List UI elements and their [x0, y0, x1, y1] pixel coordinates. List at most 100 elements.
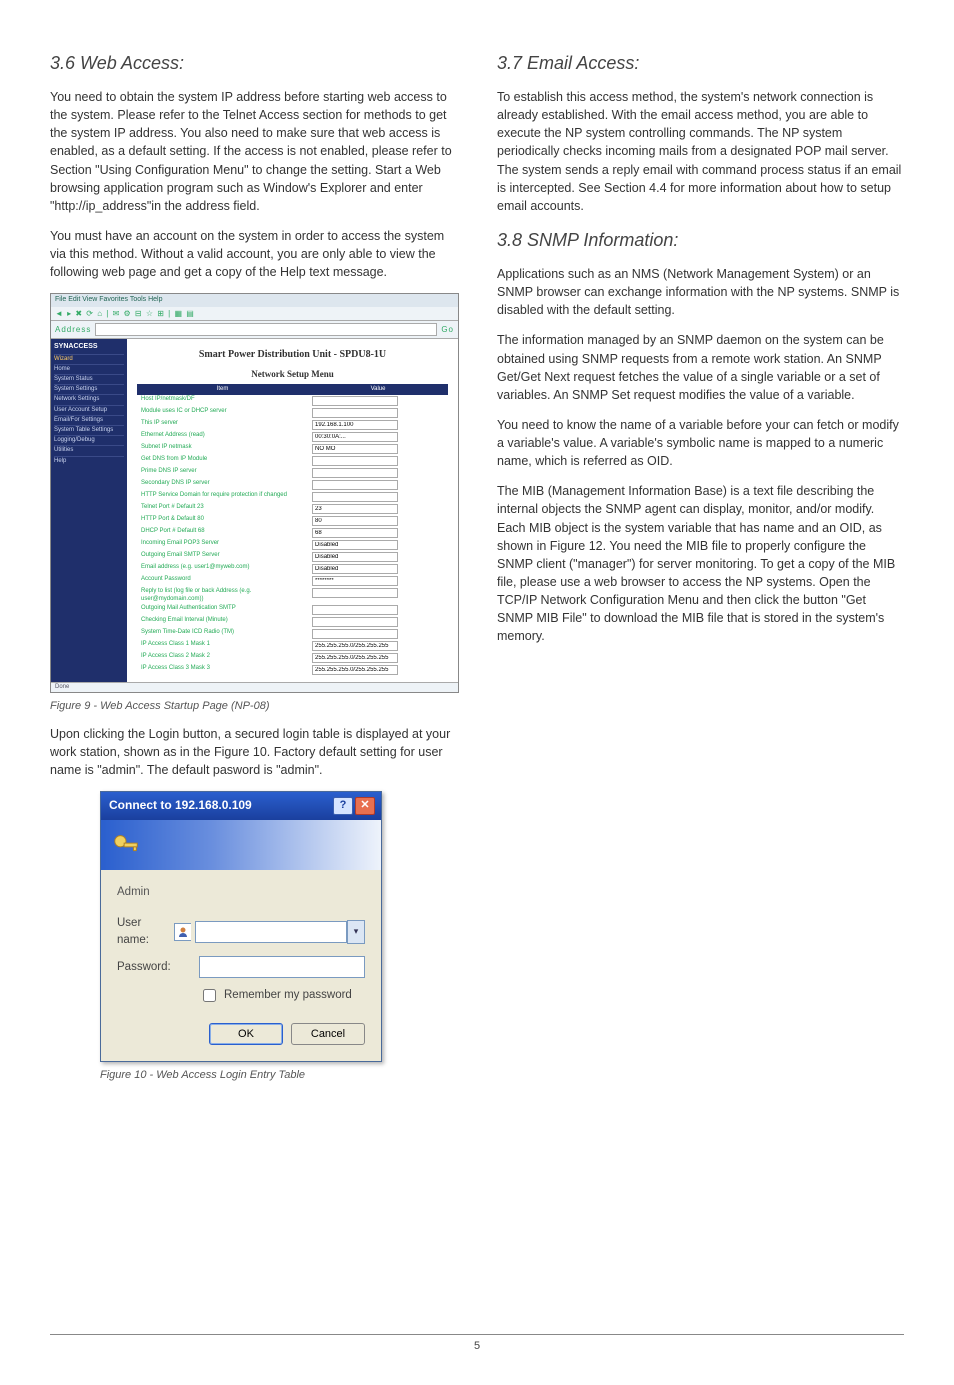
- page-heading: Smart Power Distribution Unit - SPDU8-1U: [137, 345, 448, 369]
- login-realm: Admin: [117, 884, 365, 901]
- table-row: System Time-Date ICD Radio (TM): [137, 628, 448, 640]
- table-row: IP Access Class 2 Mask 2: [137, 652, 448, 664]
- page-number: 5: [474, 1340, 480, 1352]
- row-input[interactable]: [312, 540, 398, 550]
- password-label: Password:: [117, 959, 199, 976]
- page-footer: 5: [50, 1334, 904, 1355]
- row-label: Telnet Port # Default 23: [137, 503, 308, 515]
- table-row: HTTP Service Domain for require protecti…: [137, 491, 448, 503]
- sidebar-item[interactable]: System Table Settings: [54, 425, 124, 435]
- username-label: User name:: [117, 915, 174, 948]
- sidebar-item[interactable]: User Account Setup: [54, 405, 124, 415]
- sidebar-item[interactable]: System Status: [54, 374, 124, 384]
- sidebar-item[interactable]: Email/For Settings: [54, 415, 124, 425]
- row-input[interactable]: [312, 492, 398, 502]
- row-input[interactable]: [312, 564, 398, 574]
- row-input[interactable]: [312, 617, 398, 627]
- cancel-button[interactable]: Cancel: [291, 1023, 365, 1045]
- row-input[interactable]: [312, 528, 398, 538]
- go-button[interactable]: Go: [441, 325, 454, 335]
- row-label: HTTP Service Domain for require protecti…: [137, 491, 308, 503]
- col-value: Value: [308, 384, 448, 395]
- table-row: Reply to list (log file or back Address …: [137, 587, 448, 603]
- address-input[interactable]: [95, 323, 437, 336]
- user-icon: [174, 923, 191, 941]
- row-value: [308, 515, 448, 527]
- row-input[interactable]: [312, 396, 398, 406]
- row-value: [308, 443, 448, 455]
- row-input[interactable]: [312, 588, 398, 598]
- row-value: [308, 628, 448, 640]
- row-input[interactable]: [312, 504, 398, 514]
- row-input[interactable]: [312, 420, 398, 430]
- browser-sidebar: SYNACCESS Wizard HomeSystem StatusSystem…: [51, 339, 127, 681]
- row-label: Reply to list (log file or back Address …: [137, 587, 308, 603]
- left-column: 3.6 Web Access: You need to obtain the s…: [50, 40, 457, 1094]
- browser-status-bar: Done: [51, 682, 458, 692]
- row-label: Secondary DNS IP server: [137, 479, 308, 491]
- sidebar-item[interactable]: System Settings: [54, 384, 124, 394]
- row-input[interactable]: [312, 665, 398, 675]
- row-value: [308, 395, 448, 407]
- close-icon[interactable]: ✕: [355, 797, 375, 815]
- sidebar-item[interactable]: Help: [54, 456, 124, 466]
- row-value: [308, 503, 448, 515]
- col-item: Item: [137, 384, 308, 395]
- heading-3-8: 3.8 SNMP Information:: [497, 227, 904, 253]
- sidebar-wizard[interactable]: Wizard: [54, 354, 124, 364]
- row-input[interactable]: [312, 605, 398, 615]
- help-icon[interactable]: ?: [333, 797, 353, 815]
- table-row: DHCP Port # Default 68: [137, 527, 448, 539]
- row-value: [308, 491, 448, 503]
- password-input[interactable]: [199, 956, 365, 978]
- table-row: Incoming Email POP3 Server: [137, 539, 448, 551]
- row-input[interactable]: [312, 444, 398, 454]
- browser-menubar: File Edit View Favorites Tools Help: [51, 294, 458, 306]
- table-row: Host IP/netmask/DF: [137, 395, 448, 407]
- row-label: Prime DNS IP server: [137, 467, 308, 479]
- username-input[interactable]: [195, 921, 347, 943]
- sidebar-item[interactable]: Home: [54, 364, 124, 374]
- remember-label: Remember my password: [224, 987, 352, 1004]
- sidebar-brand: SYNACCESS: [54, 343, 124, 351]
- row-label: Email address (e.g. user1@myweb.com): [137, 563, 308, 575]
- row-value: [308, 431, 448, 443]
- row-value: [308, 551, 448, 563]
- sidebar-item[interactable]: Network Settings: [54, 394, 124, 404]
- row-input[interactable]: [312, 432, 398, 442]
- row-input[interactable]: [312, 653, 398, 663]
- row-value: [308, 527, 448, 539]
- row-label: Account Password: [137, 575, 308, 587]
- table-row: Checking Email Interval (Minute): [137, 616, 448, 628]
- para-3-6-2: You must have an account on the system i…: [50, 227, 457, 281]
- row-label: IP Access Class 2 Mask 2: [137, 652, 308, 664]
- para-3-6-3: Upon clicking the Login button, a secure…: [50, 725, 457, 779]
- table-row: Module uses IC or DHCP server: [137, 407, 448, 419]
- remember-checkbox[interactable]: [203, 989, 216, 1002]
- row-input[interactable]: [312, 641, 398, 651]
- row-input[interactable]: [312, 408, 398, 418]
- row-label: Incoming Email POP3 Server: [137, 539, 308, 551]
- sidebar-item[interactable]: Logging/Debug: [54, 435, 124, 445]
- row-input[interactable]: [312, 629, 398, 639]
- row-value: [308, 616, 448, 628]
- row-label: Host IP/netmask/DF: [137, 395, 308, 407]
- row-input[interactable]: [312, 468, 398, 478]
- ok-button[interactable]: OK: [209, 1023, 283, 1045]
- row-input[interactable]: [312, 480, 398, 490]
- username-dropdown-icon[interactable]: ▾: [347, 920, 365, 944]
- row-label: Outgoing Mail Authentication SMTP: [137, 604, 308, 616]
- sidebar-item[interactable]: Utilities: [54, 445, 124, 455]
- login-banner: [101, 820, 381, 870]
- row-label: This IP server: [137, 419, 308, 431]
- row-label: IP Access Class 3 Mask 3: [137, 664, 308, 676]
- row-input[interactable]: [312, 516, 398, 526]
- right-column: 3.7 Email Access: To establish this acce…: [497, 40, 904, 1094]
- row-input[interactable]: [312, 576, 398, 586]
- row-input[interactable]: [312, 552, 398, 562]
- row-input[interactable]: [312, 456, 398, 466]
- table-row: Get DNS from IP Module: [137, 455, 448, 467]
- row-label: System Time-Date ICD Radio (TM): [137, 628, 308, 640]
- para-3-8-1: Applications such as an NMS (Network Man…: [497, 265, 904, 319]
- row-label: Checking Email Interval (Minute): [137, 616, 308, 628]
